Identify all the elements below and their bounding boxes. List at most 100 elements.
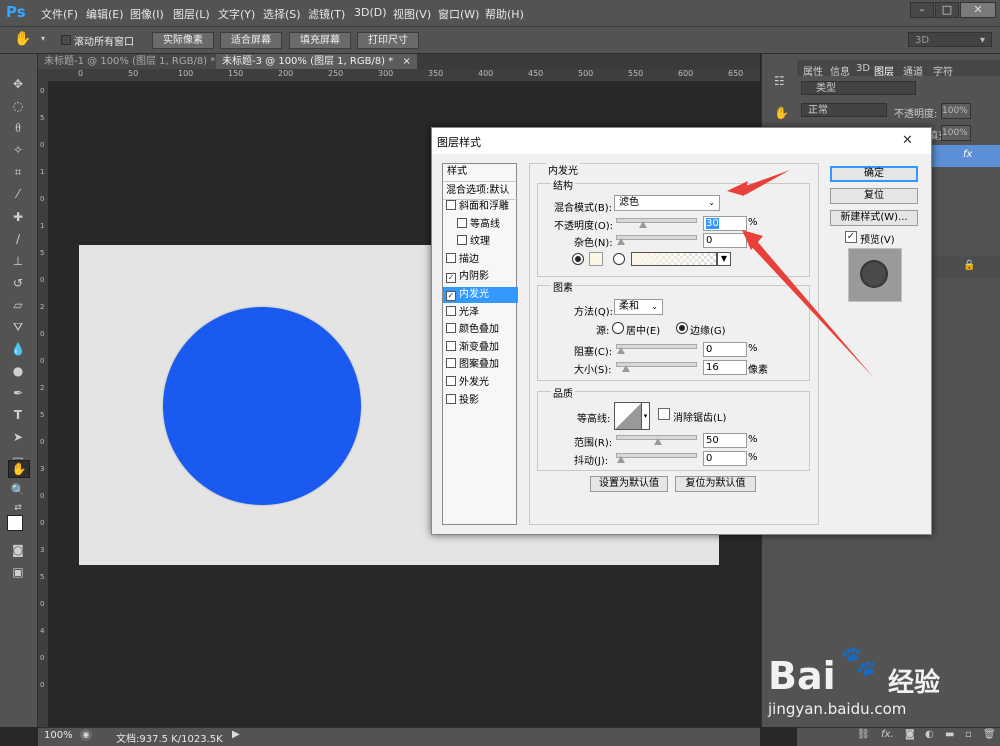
effect-checkbox[interactable] <box>446 200 456 210</box>
hand-tool-selected-icon[interactable]: ✋ <box>8 460 30 478</box>
effect-checkbox[interactable] <box>446 358 456 369</box>
effect-item[interactable]: 光泽 <box>443 305 518 321</box>
choke-slider-thumb[interactable] <box>617 347 625 354</box>
range-input[interactable]: 50 <box>703 433 747 448</box>
menu-file[interactable]: 文件(F) <box>41 6 78 22</box>
choke-input[interactable]: 0 <box>703 342 747 357</box>
effect-item[interactable]: 渐变叠加 <box>443 340 518 356</box>
menu-view[interactable]: 视图(V) <box>393 6 431 22</box>
quick-mask-icon[interactable]: ◙ <box>8 542 28 558</box>
add-mask-icon[interactable]: ◙ <box>905 729 915 740</box>
actual-pixels-button[interactable]: 实际像素 <box>152 32 214 49</box>
crop-tool-icon[interactable]: ⌗ <box>8 164 28 180</box>
effect-checkbox[interactable] <box>457 217 467 228</box>
gradient-picker-chevron-icon[interactable]: ▼ <box>717 252 731 266</box>
dialog-close-icon[interactable]: ✕ <box>902 133 913 148</box>
close-window-button[interactable]: ✕ <box>960 2 996 18</box>
tool-preset-chevron-icon[interactable]: ▾ <box>41 34 45 43</box>
effect-checkbox[interactable]: ✓ <box>446 273 456 284</box>
tab-character[interactable]: 字符 <box>933 63 953 78</box>
hand-tool-icon[interactable]: ✋ <box>14 31 31 47</box>
effect-item[interactable]: ✓ 内发光 <box>443 287 518 303</box>
minimize-button[interactable]: – <box>910 2 934 18</box>
preview-checkbox[interactable]: ✓ <box>845 231 857 243</box>
new-style-button[interactable]: 新建样式(W)... <box>830 210 918 226</box>
menu-type[interactable]: 文字(Y) <box>218 6 255 22</box>
size-input[interactable]: 16 <box>703 360 747 375</box>
workspace-select[interactable]: 3D ▾ <box>908 32 992 47</box>
effect-checkbox[interactable] <box>446 376 456 386</box>
range-slider-thumb[interactable] <box>653 438 662 445</box>
effect-checkbox[interactable] <box>446 393 456 404</box>
type-tool-icon[interactable]: T <box>8 407 28 423</box>
menu-window[interactable]: 窗口(W) <box>438 6 479 22</box>
gradient-radio[interactable] <box>613 253 625 265</box>
contour-chevron-icon[interactable]: ▾ <box>641 402 650 430</box>
blend-mode-select[interactable]: 正常 <box>801 103 887 117</box>
status-menu-arrow-icon[interactable]: ▶ <box>232 729 240 740</box>
tab-channels[interactable]: 通道 <box>903 63 923 78</box>
path-selection-tool-icon[interactable]: ➤ <box>8 429 28 445</box>
menu-select[interactable]: 选择(S) <box>263 6 301 22</box>
add-style-icon[interactable]: fx. <box>881 729 894 740</box>
effect-checkbox[interactable] <box>446 252 456 263</box>
brush-tool-icon[interactable]: ∕ <box>8 231 28 247</box>
source-center-radio[interactable] <box>612 322 624 334</box>
choke-slider[interactable] <box>616 344 697 354</box>
effect-checkbox[interactable] <box>457 235 467 246</box>
effect-item[interactable]: 颜色叠加 <box>443 322 518 338</box>
effect-item[interactable]: 投影 <box>443 393 518 409</box>
new-layer-icon[interactable]: ▫ <box>965 729 972 740</box>
screen-mode-icon[interactable]: ▣ <box>8 564 28 580</box>
antialias-checkbox[interactable] <box>658 408 670 420</box>
opacity-slider[interactable] <box>616 218 697 228</box>
effect-item[interactable]: 描边 <box>443 252 518 268</box>
healing-brush-tool-icon[interactable]: ✚ <box>8 209 28 225</box>
menu-help[interactable]: 帮助(H) <box>485 6 524 22</box>
eyedropper-tool-icon[interactable]: ⁄ <box>8 186 28 202</box>
effect-item[interactable]: 纹理 <box>443 234 529 250</box>
fill-input[interactable]: 100% <box>941 125 971 141</box>
clone-stamp-tool-icon[interactable]: ⊥ <box>8 253 28 269</box>
history-brush-tool-icon[interactable]: ↺ <box>8 275 28 291</box>
foreground-color-swatch[interactable] <box>7 515 23 531</box>
effect-item[interactable]: 等高线 <box>443 217 529 233</box>
effect-checkbox[interactable]: ✓ <box>446 291 456 301</box>
magic-wand-tool-icon[interactable]: ✧ <box>8 142 28 158</box>
adjustment-layer-icon[interactable]: ◐ <box>925 729 934 740</box>
delete-layer-icon[interactable]: 🗑 <box>983 729 996 740</box>
history-icon[interactable]: ☷ <box>774 74 785 88</box>
range-slider[interactable] <box>616 435 697 445</box>
jitter-slider-thumb[interactable] <box>617 456 625 463</box>
tab-properties[interactable]: 属性 <box>803 63 823 78</box>
set-default-button[interactable]: 设置为默认值 <box>590 476 668 492</box>
effect-item[interactable]: 外发光 <box>443 375 518 391</box>
tab-document-3[interactable]: 未标题-3 @ 100% (图层 1, RGB/8) * × <box>216 54 417 69</box>
dodge-tool-icon[interactable]: ● <box>8 363 28 379</box>
blend-mode-dropdown[interactable]: 滤色 ⌄ <box>614 195 720 211</box>
glow-color-swatch[interactable] <box>589 252 603 266</box>
menu-layer[interactable]: 图层(L) <box>173 6 210 22</box>
reset-default-button[interactable]: 复位为默认值 <box>675 476 756 492</box>
menu-edit[interactable]: 编辑(E) <box>86 6 124 22</box>
eraser-tool-icon[interactable]: ▱ <box>8 297 28 313</box>
swap-colors-icon[interactable]: ⇄ <box>8 500 28 516</box>
jitter-slider[interactable] <box>616 453 697 463</box>
effect-checkbox[interactable] <box>446 340 456 351</box>
lasso-tool-icon[interactable]: ᦲ <box>8 120 28 136</box>
tab-document-1[interactable]: 未标题-1 @ 100% (图层 1, RGB/8) * × <box>38 54 239 69</box>
tab-layers[interactable]: 图层 <box>874 63 894 78</box>
marquee-tool-icon[interactable]: ◌ <box>8 98 28 114</box>
jitter-input[interactable]: 0 <box>703 451 747 466</box>
new-group-icon[interactable]: ▬ <box>945 729 954 740</box>
size-slider[interactable] <box>616 362 697 372</box>
effect-checkbox[interactable] <box>446 305 456 316</box>
print-size-button[interactable]: 打印尺寸 <box>357 32 419 49</box>
fit-screen-button[interactable]: 适合屏幕 <box>220 32 282 49</box>
effect-item[interactable]: 图案叠加 <box>443 357 518 373</box>
move-tool-icon[interactable]: ✥ <box>8 76 28 92</box>
contour-preview[interactable] <box>614 402 642 430</box>
opacity-slider-thumb[interactable] <box>638 221 647 228</box>
size-slider-thumb[interactable] <box>621 365 630 372</box>
fx-badge[interactable]: fx <box>963 149 972 160</box>
